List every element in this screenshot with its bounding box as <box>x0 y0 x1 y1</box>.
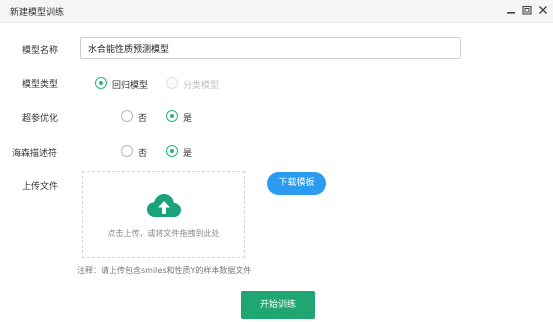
hyperparam-yes-label[interactable]: 是 <box>183 111 192 124</box>
upload-note: 注释：请上传包含smiles和性质Y的样本数据文件 <box>77 266 252 275</box>
restore-icon[interactable] <box>521 4 533 16</box>
close-icon[interactable] <box>537 4 549 16</box>
descriptor-no-radio[interactable] <box>121 145 133 157</box>
cloud-upload-icon <box>147 194 181 221</box>
regression-radio[interactable] <box>95 77 107 89</box>
hyperparam-no-radio[interactable] <box>121 110 133 122</box>
descriptor-yes-label[interactable]: 是 <box>183 146 192 159</box>
upload-dropzone[interactable]: 点击上传，或将文件拖拽到此处 <box>82 171 245 258</box>
classification-radio <box>166 77 178 89</box>
regression-radio-label[interactable]: 回归模型 <box>112 78 148 91</box>
upload-label: 上传文件 <box>22 182 59 192</box>
start-training-button[interactable]: 开始训练 <box>241 291 315 319</box>
hyperparam-no-label[interactable]: 否 <box>138 111 147 124</box>
hyperparam-label: 超参优化 <box>22 114 59 124</box>
model-type-label: 模型类型 <box>22 80 59 90</box>
descriptor-yes-radio[interactable] <box>166 145 178 157</box>
model-name-input[interactable] <box>80 37 461 59</box>
upload-hint: 点击上传，或将文件拖拽到此处 <box>107 229 220 238</box>
download-template-button[interactable]: 下载模板 <box>267 172 326 195</box>
window-title: 新建模型训练 <box>10 8 65 18</box>
descriptor-no-label[interactable]: 否 <box>138 146 147 159</box>
descriptor-label: 海森描述符 <box>12 149 58 159</box>
minimize-icon[interactable] <box>505 4 517 16</box>
hyperparam-yes-radio[interactable] <box>166 110 178 122</box>
classification-radio-label: 分类模型 <box>183 81 220 91</box>
title-bar: 新建模型训练 <box>0 0 553 23</box>
model-name-label: 模型名称 <box>22 46 59 56</box>
